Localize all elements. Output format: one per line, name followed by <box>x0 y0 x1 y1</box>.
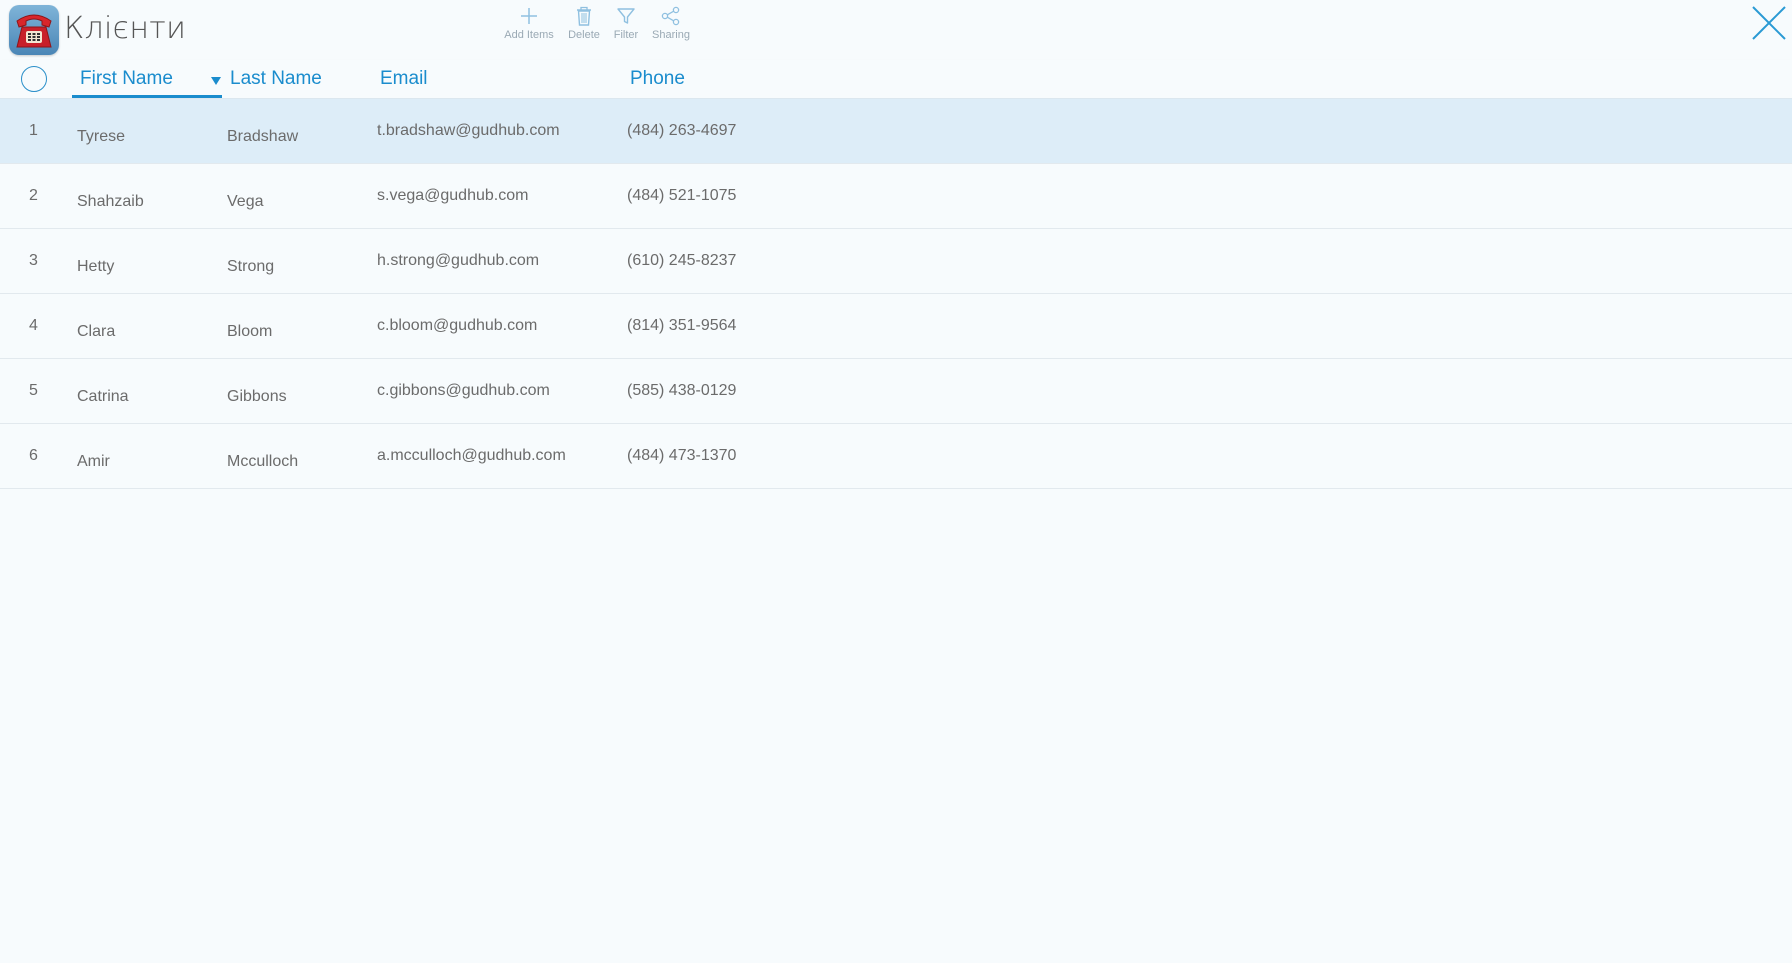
last-name-cell: Vega <box>227 193 264 210</box>
trash-icon <box>570 2 598 30</box>
filter-button[interactable]: Filter <box>610 2 642 48</box>
table-row[interactable]: 6 Amir Mcculloch a.mcculloch@gudhub.com … <box>0 424 1792 489</box>
last-name-cell: Gibbons <box>227 388 287 405</box>
filter-label: Filter <box>613 29 639 41</box>
sharing-button[interactable]: Sharing <box>648 2 694 48</box>
phone-cell: (484) 521-1075 <box>627 187 737 204</box>
email-cell: h.strong@gudhub.com <box>377 252 540 269</box>
phone-cell: (610) 245-8237 <box>627 252 737 269</box>
column-header-first-name[interactable]: First Name <box>80 68 173 90</box>
table-body: 1 Tyrese Bradshaw t.bradshaw@gudhub.com … <box>0 99 1792 489</box>
delete-button[interactable]: Delete <box>564 2 604 48</box>
app-window: Клієнти Add Items Delete Filter Sharing … <box>0 0 1792 963</box>
row-number: 2 <box>29 187 38 204</box>
row-number: 1 <box>29 122 38 139</box>
phone-cell: (585) 438-0129 <box>627 382 737 399</box>
last-name-cell: Strong <box>227 258 275 275</box>
first-name-cell: Catrina <box>77 388 129 405</box>
sort-descending-icon[interactable] <box>210 76 222 86</box>
share-icon <box>657 2 685 30</box>
table-row[interactable]: 2 Shahzaib Vega s.vega@gudhub.com (484) … <box>0 164 1792 229</box>
row-number: 3 <box>29 252 38 269</box>
first-name-cell: Clara <box>77 323 116 340</box>
page-title: Клієнти <box>64 11 187 46</box>
first-name-cell: Amir <box>77 453 110 470</box>
table-row[interactable]: 5 Catrina Gibbons c.gibbons@gudhub.com (… <box>0 359 1792 424</box>
email-cell: a.mcculloch@gudhub.com <box>377 447 566 464</box>
first-name-cell: Tyrese <box>77 128 126 145</box>
row-number: 6 <box>29 447 38 464</box>
email-cell: t.bradshaw@gudhub.com <box>377 122 560 139</box>
add-items-button[interactable]: Add Items <box>500 2 558 48</box>
column-header-last-name[interactable]: Last Name <box>230 68 322 90</box>
email-cell: c.bloom@gudhub.com <box>377 317 538 334</box>
column-header-phone[interactable]: Phone <box>630 68 685 90</box>
delete-label: Delete <box>568 29 600 41</box>
table-row[interactable]: 4 Clara Bloom c.bloom@gudhub.com (814) 3… <box>0 294 1792 359</box>
column-header-email[interactable]: Email <box>380 68 428 90</box>
last-name-cell: Mcculloch <box>227 453 299 470</box>
phone-cell: (484) 263-4697 <box>627 122 737 139</box>
table-row[interactable]: 3 Hetty Strong h.strong@gudhub.com (610)… <box>0 229 1792 294</box>
phone-cell: (814) 351-9564 <box>627 317 737 334</box>
sharing-label: Sharing <box>652 29 690 41</box>
add-items-label: Add Items <box>504 29 554 41</box>
row-number: 5 <box>29 382 38 399</box>
last-name-cell: Bloom <box>227 323 273 340</box>
table-row[interactable]: 1 Tyrese Bradshaw t.bradshaw@gudhub.com … <box>0 99 1792 164</box>
filter-icon <box>612 2 640 30</box>
active-column-indicator <box>72 95 222 98</box>
email-cell: c.gibbons@gudhub.com <box>377 382 550 399</box>
select-all-checkbox[interactable] <box>21 66 47 92</box>
row-number: 4 <box>29 317 38 334</box>
toolbar: Add Items Delete Filter Sharing <box>500 2 700 48</box>
close-button[interactable] <box>1750 4 1788 42</box>
first-name-cell: Hetty <box>77 258 115 275</box>
email-cell: s.vega@gudhub.com <box>377 187 529 204</box>
table-header: First Name Last Name Email Phone <box>0 60 1792 99</box>
app-header: Клієнти Add Items Delete Filter Sharing <box>0 0 1792 58</box>
plus-icon <box>515 2 543 30</box>
close-icon <box>1752 6 1786 40</box>
last-name-cell: Bradshaw <box>227 128 299 145</box>
red-telephone-icon <box>9 5 59 55</box>
phone-cell: (484) 473-1370 <box>627 447 737 464</box>
first-name-cell: Shahzaib <box>77 193 144 210</box>
